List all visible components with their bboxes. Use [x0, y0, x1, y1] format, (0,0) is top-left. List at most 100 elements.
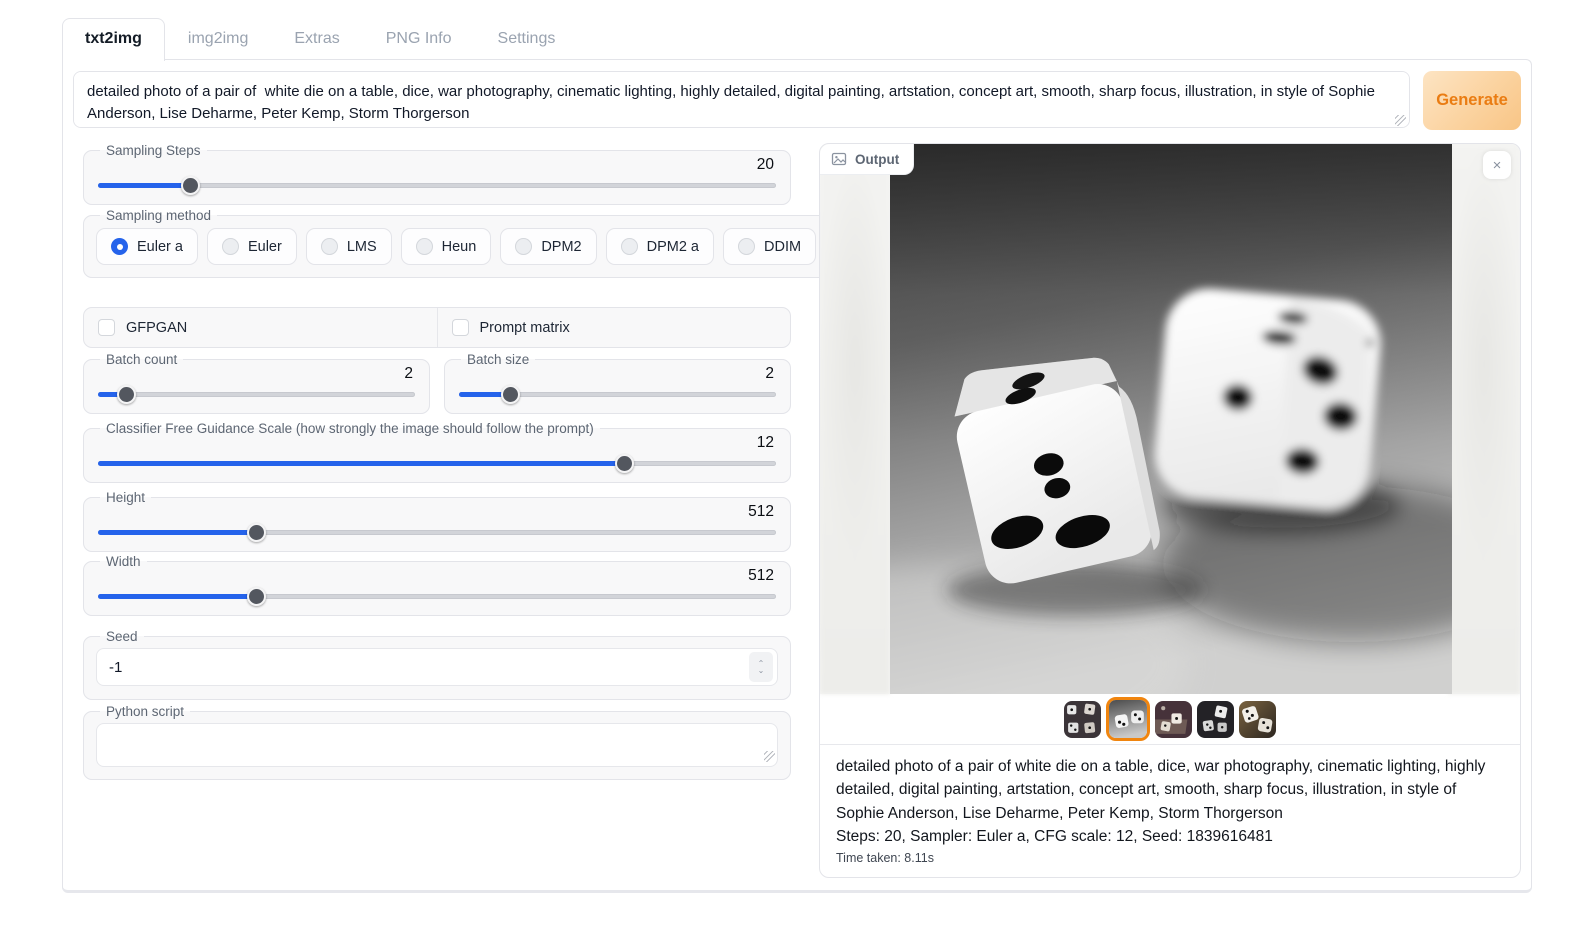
sampling-steps-slider-thumb[interactable] [181, 176, 200, 195]
gallery-left-blur [820, 144, 890, 694]
radio-label: DPM2 [541, 239, 581, 255]
cfg-scale-slider-thumb[interactable] [615, 454, 634, 473]
thumbnail-3[interactable] [1155, 701, 1192, 738]
chevron-down-icon: ⌄ [758, 667, 765, 674]
batch-size-slider[interactable] [459, 386, 776, 403]
sampling-method-options: Euler a Euler LMS Heun DPM2 DPM2 a DDIM … [96, 228, 921, 265]
radio-label: Euler a [137, 239, 183, 255]
checkbox-icon [98, 319, 115, 336]
cfg-scale-label: Classifier Free Guidance Scale (how stro… [100, 421, 600, 436]
caption-generation-params: Steps: 20, Sampler: Euler a, CFG scale: … [836, 825, 1504, 848]
prompt-matrix-label: Prompt matrix [480, 320, 570, 336]
batch-size-slider-thumb[interactable] [501, 385, 520, 404]
batch-size-group: Batch size 2 [444, 352, 791, 414]
batch-size-value: 2 [457, 365, 774, 383]
thumbnail-5[interactable] [1239, 701, 1276, 738]
radio-icon [621, 238, 638, 255]
checkbox-icon [452, 319, 469, 336]
height-slider-thumb[interactable] [247, 523, 266, 542]
txt2img-panel: detailed photo of a pair of white die on… [62, 59, 1532, 893]
radio-ddim[interactable]: DDIM [723, 228, 816, 265]
radio-label: DPM2 a [647, 239, 699, 255]
cfg-scale-slider[interactable] [98, 455, 776, 472]
seed-input[interactable] [96, 648, 778, 686]
thumbnail-4[interactable] [1197, 701, 1234, 738]
output-caption: detailed photo of a pair of white die on… [820, 744, 1520, 877]
cfg-scale-group: Classifier Free Guidance Scale (how stro… [83, 421, 791, 483]
seed-stepper[interactable]: ⌃⌄ [749, 652, 773, 682]
batch-count-slider[interactable] [98, 386, 415, 403]
tab-settings[interactable]: Settings [475, 18, 579, 60]
batch-row: Batch count 2 Batch size 2 [83, 352, 791, 418]
sampling-steps-value: 20 [96, 156, 774, 174]
tab-bar: txt2img img2img Extras PNG Info Settings [62, 14, 1532, 60]
batch-count-group: Batch count 2 [83, 352, 430, 414]
radio-label: Heun [442, 239, 477, 255]
gfpgan-checkbox[interactable]: GFPGAN [84, 308, 437, 347]
prompt-input[interactable]: detailed photo of a pair of white die on… [73, 71, 1410, 128]
height-slider[interactable] [98, 524, 776, 541]
radio-euler-a[interactable]: Euler a [96, 228, 198, 265]
output-header: Output [820, 144, 914, 175]
toggles-group: GFPGAN Prompt matrix [83, 307, 791, 348]
seed-label: Seed [100, 629, 144, 644]
radio-label: LMS [347, 239, 377, 255]
output-column: Output × [819, 143, 1521, 878]
settings-column: Sampling Steps 20 Sampling method Euler … [83, 143, 791, 784]
batch-count-slider-thumb[interactable] [117, 385, 136, 404]
prompt-row: detailed photo of a pair of white die on… [73, 71, 1521, 130]
tab-extras[interactable]: Extras [271, 18, 362, 60]
caption-prompt-text: detailed photo of a pair of white die on… [836, 755, 1504, 825]
radio-dpm2[interactable]: DPM2 [500, 228, 596, 265]
width-slider-thumb[interactable] [247, 587, 266, 606]
width-group: Width 512 [83, 554, 791, 616]
close-icon: × [1493, 157, 1502, 174]
sampling-steps-slider[interactable] [98, 177, 776, 194]
image-icon [831, 151, 847, 167]
sampling-steps-label: Sampling Steps [100, 143, 207, 158]
output-header-label: Output [855, 152, 899, 167]
radio-icon [321, 238, 338, 255]
height-value: 512 [96, 503, 774, 521]
radio-label: DDIM [764, 239, 801, 255]
thumbnail-2-selected[interactable] [1106, 697, 1150, 741]
generated-image[interactable] [890, 144, 1452, 694]
gallery-right-blur [1448, 144, 1520, 694]
width-value: 512 [96, 567, 774, 585]
radio-label: Euler [248, 239, 282, 255]
radio-dpm2-a[interactable]: DPM2 a [606, 228, 714, 265]
thumbnail-1[interactable] [1064, 701, 1101, 738]
gfpgan-label: GFPGAN [126, 320, 187, 336]
sampling-method-group: Sampling method Euler a Euler LMS Heun D… [83, 208, 934, 278]
sampling-method-label: Sampling method [100, 208, 217, 223]
python-script-label: Python script [100, 704, 190, 719]
radio-icon [515, 238, 532, 255]
sampling-steps-group: Sampling Steps 20 [83, 143, 791, 205]
output-close-button[interactable]: × [1483, 151, 1511, 179]
generate-button[interactable]: Generate [1423, 71, 1521, 130]
radio-euler[interactable]: Euler [207, 228, 297, 265]
caption-time-taken: Time taken: 8.11s [836, 851, 1504, 865]
cfg-scale-value: 12 [96, 434, 774, 452]
batch-count-label: Batch count [100, 352, 183, 367]
python-script-input[interactable] [96, 723, 778, 767]
radio-icon [738, 238, 755, 255]
output-gallery [820, 144, 1520, 694]
tab-img2img[interactable]: img2img [165, 18, 271, 60]
radio-selected-icon [111, 238, 128, 255]
radio-icon [416, 238, 433, 255]
radio-heun[interactable]: Heun [401, 228, 492, 265]
thumbnail-strip [820, 694, 1520, 744]
width-slider[interactable] [98, 588, 776, 605]
prompt-matrix-checkbox[interactable]: Prompt matrix [437, 308, 791, 347]
seed-group: Seed ⌃⌄ [83, 629, 791, 700]
output-panel: Output × [819, 143, 1521, 878]
tab-png-info[interactable]: PNG Info [363, 18, 475, 60]
radio-lms[interactable]: LMS [306, 228, 392, 265]
radio-icon [222, 238, 239, 255]
height-label: Height [100, 490, 151, 505]
batch-count-value: 2 [96, 365, 413, 383]
width-label: Width [100, 554, 147, 569]
tab-txt2img[interactable]: txt2img [62, 18, 165, 61]
app-card: txt2img img2img Extras PNG Info Settings… [62, 14, 1532, 893]
